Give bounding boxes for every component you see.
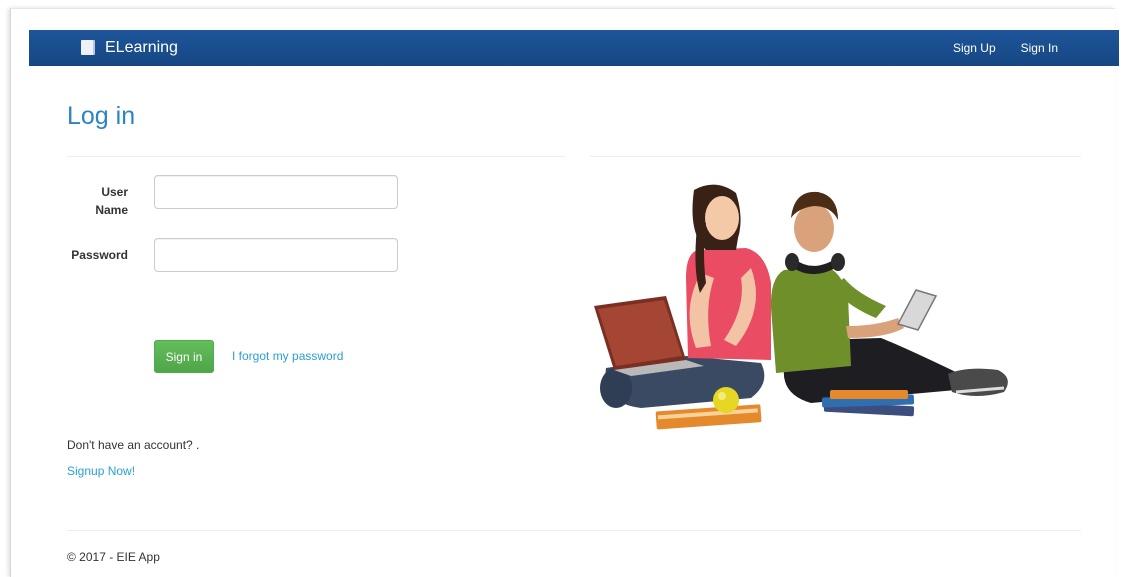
sign-in-button[interactable]: Sign in — [154, 340, 214, 373]
brand-link[interactable]: ELearning — [81, 39, 178, 57]
nav-sign-up-link[interactable]: Sign Up — [953, 41, 996, 55]
nav-links: Sign Up Sign In — [953, 30, 1058, 66]
nav-sign-in-link[interactable]: Sign In — [1021, 41, 1058, 55]
username-input[interactable] — [154, 175, 398, 209]
divider — [67, 156, 565, 157]
forgot-password-link[interactable]: I forgot my password — [232, 349, 343, 363]
brand-name: ELearning — [105, 39, 178, 56]
footer-copyright: © 2017 - EIE App — [67, 550, 160, 564]
page-title: Log in — [67, 102, 136, 130]
students-illustration — [594, 184, 1008, 430]
password-input[interactable] — [154, 238, 398, 272]
book-icon — [81, 40, 95, 56]
navbar: ELearning Sign Up Sign In — [29, 30, 1119, 66]
no-account-text: Don't have an account? . — [67, 438, 200, 452]
divider — [67, 530, 1081, 531]
signup-now-link[interactable]: Signup Now! — [67, 464, 135, 478]
password-label: Password — [71, 248, 128, 262]
username-label: User Name — [95, 185, 128, 217]
divider — [590, 156, 1081, 157]
